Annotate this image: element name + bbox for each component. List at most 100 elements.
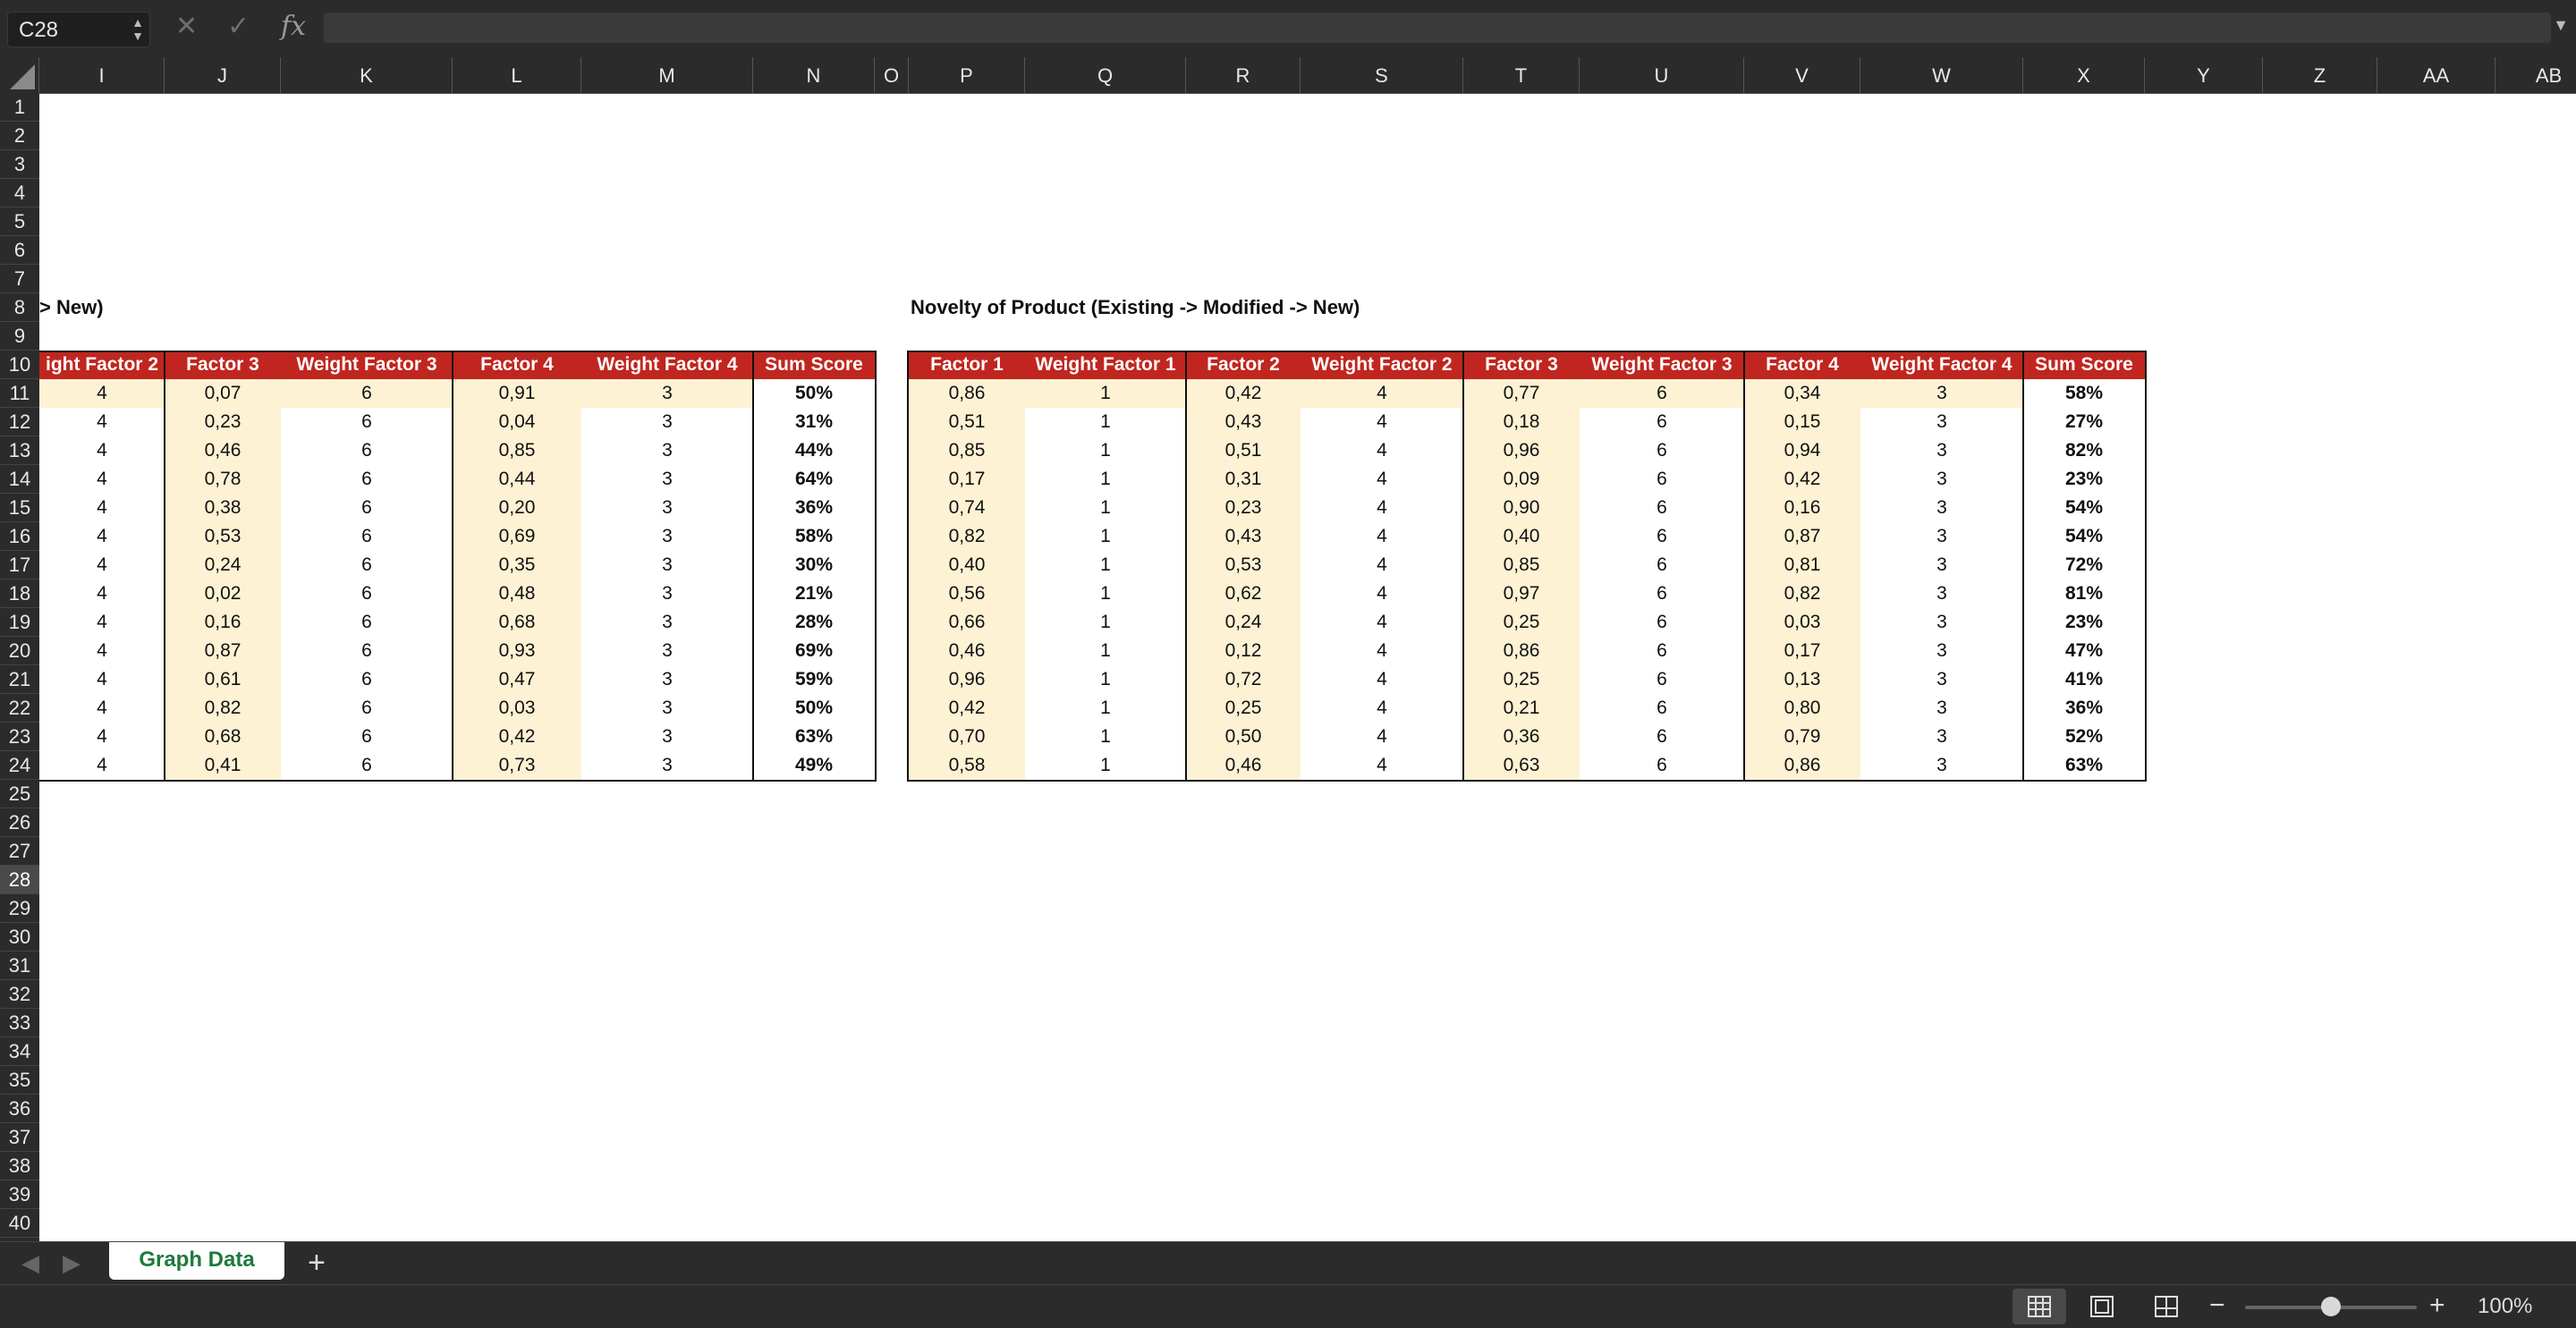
table-cell[interactable]: 52% xyxy=(2023,723,2145,751)
table-cell[interactable]: 0,23 xyxy=(1186,494,1301,522)
row-header-26[interactable]: 26 xyxy=(0,808,39,837)
table-cell[interactable]: 4 xyxy=(39,465,165,494)
table-cell[interactable]: 0,04 xyxy=(453,408,581,436)
table-cell[interactable]: 0,74 xyxy=(909,494,1025,522)
table-cell[interactable]: 1 xyxy=(1025,723,1186,751)
table-cell[interactable]: 28% xyxy=(753,608,875,637)
table-cell[interactable]: 81% xyxy=(2023,579,2145,608)
table-cell[interactable]: 1 xyxy=(1025,494,1186,522)
table-cell[interactable]: 3 xyxy=(1860,751,2023,780)
row-header-36[interactable]: 36 xyxy=(0,1095,39,1123)
table-cell[interactable]: 0,63 xyxy=(1463,751,1580,780)
chevron-down-icon[interactable]: ▼ xyxy=(2553,16,2569,35)
table-cell[interactable]: 0,03 xyxy=(1744,608,1860,637)
table-cell[interactable]: 6 xyxy=(1580,665,1744,694)
table-cell[interactable]: 6 xyxy=(1580,751,1744,780)
table-cell[interactable]: 1 xyxy=(1025,637,1186,665)
table-cell[interactable]: 4 xyxy=(39,494,165,522)
table-cell[interactable]: 0,82 xyxy=(909,522,1025,551)
spreadsheet-grid[interactable]: I J K L M N O P Q R S T U V W X Y Z AA AB 1 2 3 4 5 6 7 8 9 10 11 12 13… xyxy=(0,57,2576,1241)
row-header-24[interactable]: 24 xyxy=(0,751,39,780)
next-sheet-icon[interactable]: ▶ xyxy=(63,1249,80,1277)
table-cell[interactable]: 6 xyxy=(281,579,453,608)
table-cell[interactable]: 4 xyxy=(1301,379,1463,408)
zoom-in-icon[interactable]: + xyxy=(2429,1290,2445,1321)
table-cell[interactable]: 0,80 xyxy=(1744,694,1860,723)
column-header-k[interactable]: K xyxy=(281,57,453,93)
table-cell[interactable]: 6 xyxy=(1580,694,1744,723)
table-cell[interactable]: 6 xyxy=(1580,723,1744,751)
column-header-t[interactable]: T xyxy=(1463,57,1580,93)
table-cell[interactable]: 4 xyxy=(39,522,165,551)
table-cell[interactable]: 27% xyxy=(2023,408,2145,436)
table-cell[interactable]: 6 xyxy=(281,665,453,694)
table-cell[interactable]: 0,86 xyxy=(909,379,1025,408)
table-cell[interactable]: 0,46 xyxy=(1186,751,1301,780)
table-cell[interactable]: 0,12 xyxy=(1186,637,1301,665)
table-cell[interactable]: 0,40 xyxy=(909,551,1025,579)
table-cell[interactable]: 6 xyxy=(281,694,453,723)
column-header-m[interactable]: M xyxy=(581,57,753,93)
table-cell[interactable]: 3 xyxy=(581,723,753,751)
row-header-33[interactable]: 33 xyxy=(0,1009,39,1037)
row-header-32[interactable]: 32 xyxy=(0,980,39,1009)
row-header-11[interactable]: 11 xyxy=(0,379,39,408)
zoom-level[interactable]: 100% xyxy=(2478,1294,2532,1319)
table-cell[interactable]: 4 xyxy=(39,723,165,751)
table-cell[interactable]: 36% xyxy=(753,494,875,522)
table-cell[interactable]: 0,13 xyxy=(1744,665,1860,694)
table-cell[interactable]: 4 xyxy=(39,436,165,465)
table-cell[interactable]: 0,85 xyxy=(909,436,1025,465)
table-cell[interactable]: 0,81 xyxy=(1744,551,1860,579)
table-cell[interactable]: 0,43 xyxy=(1186,408,1301,436)
table-cell[interactable]: 6 xyxy=(1580,465,1744,494)
column-header-z[interactable]: Z xyxy=(2263,57,2377,93)
table-cell[interactable]: 23% xyxy=(2023,465,2145,494)
table-cell[interactable]: 64% xyxy=(753,465,875,494)
table-cell[interactable]: 0,18 xyxy=(1463,408,1580,436)
table-cell[interactable]: 59% xyxy=(753,665,875,694)
table-header[interactable]: Factor 1 xyxy=(909,351,1025,379)
table-cell[interactable]: 4 xyxy=(1301,494,1463,522)
table-cell[interactable]: 6 xyxy=(1580,522,1744,551)
row-header-29[interactable]: 29 xyxy=(0,894,39,923)
table-cell[interactable]: 3 xyxy=(581,551,753,579)
column-header-o[interactable]: O xyxy=(875,57,909,93)
table-cell[interactable]: 3 xyxy=(1860,494,2023,522)
table-cell[interactable]: 0,42 xyxy=(1186,379,1301,408)
row-header-25[interactable]: 25 xyxy=(0,780,39,808)
table-cell[interactable]: 0,82 xyxy=(165,694,281,723)
table-cell[interactable]: 0,38 xyxy=(165,494,281,522)
table-cell[interactable]: 3 xyxy=(581,694,753,723)
table-cell[interactable]: 1 xyxy=(1025,579,1186,608)
table-cell[interactable]: 0,70 xyxy=(909,723,1025,751)
column-header-p[interactable]: P xyxy=(909,57,1025,93)
table-cell[interactable]: 0,68 xyxy=(453,608,581,637)
table-cell[interactable]: 0,94 xyxy=(1744,436,1860,465)
table-cell[interactable]: 0,82 xyxy=(1744,579,1860,608)
table-cell[interactable]: 31% xyxy=(753,408,875,436)
table-cell[interactable]: 0,23 xyxy=(165,408,281,436)
table-cell[interactable]: 0,51 xyxy=(1186,436,1301,465)
table-cell[interactable]: 0,42 xyxy=(909,694,1025,723)
table-cell[interactable]: 3 xyxy=(1860,551,2023,579)
table-cell[interactable]: 23% xyxy=(2023,608,2145,637)
column-header-w[interactable]: W xyxy=(1860,57,2023,93)
table-cell[interactable]: 0,15 xyxy=(1744,408,1860,436)
table-header[interactable]: ight Factor 2 xyxy=(39,351,165,379)
table-cell[interactable]: 0,53 xyxy=(165,522,281,551)
table-cell[interactable]: 58% xyxy=(753,522,875,551)
table-cell[interactable]: 3 xyxy=(581,637,753,665)
table-cell[interactable]: 1 xyxy=(1025,436,1186,465)
table-cell[interactable]: 4 xyxy=(39,665,165,694)
table-cell[interactable]: 0,91 xyxy=(453,379,581,408)
table-cell[interactable]: 30% xyxy=(753,551,875,579)
table-cell[interactable]: 0,73 xyxy=(453,751,581,780)
table-header[interactable]: Factor 4 xyxy=(453,351,581,379)
table-cell[interactable]: 3 xyxy=(581,465,753,494)
table-cell[interactable]: 6 xyxy=(281,436,453,465)
row-header-14[interactable]: 14 xyxy=(0,465,39,494)
table-cell[interactable]: 0,46 xyxy=(909,637,1025,665)
table-cell[interactable]: 54% xyxy=(2023,522,2145,551)
column-header-ab[interactable]: AB xyxy=(2496,57,2576,93)
